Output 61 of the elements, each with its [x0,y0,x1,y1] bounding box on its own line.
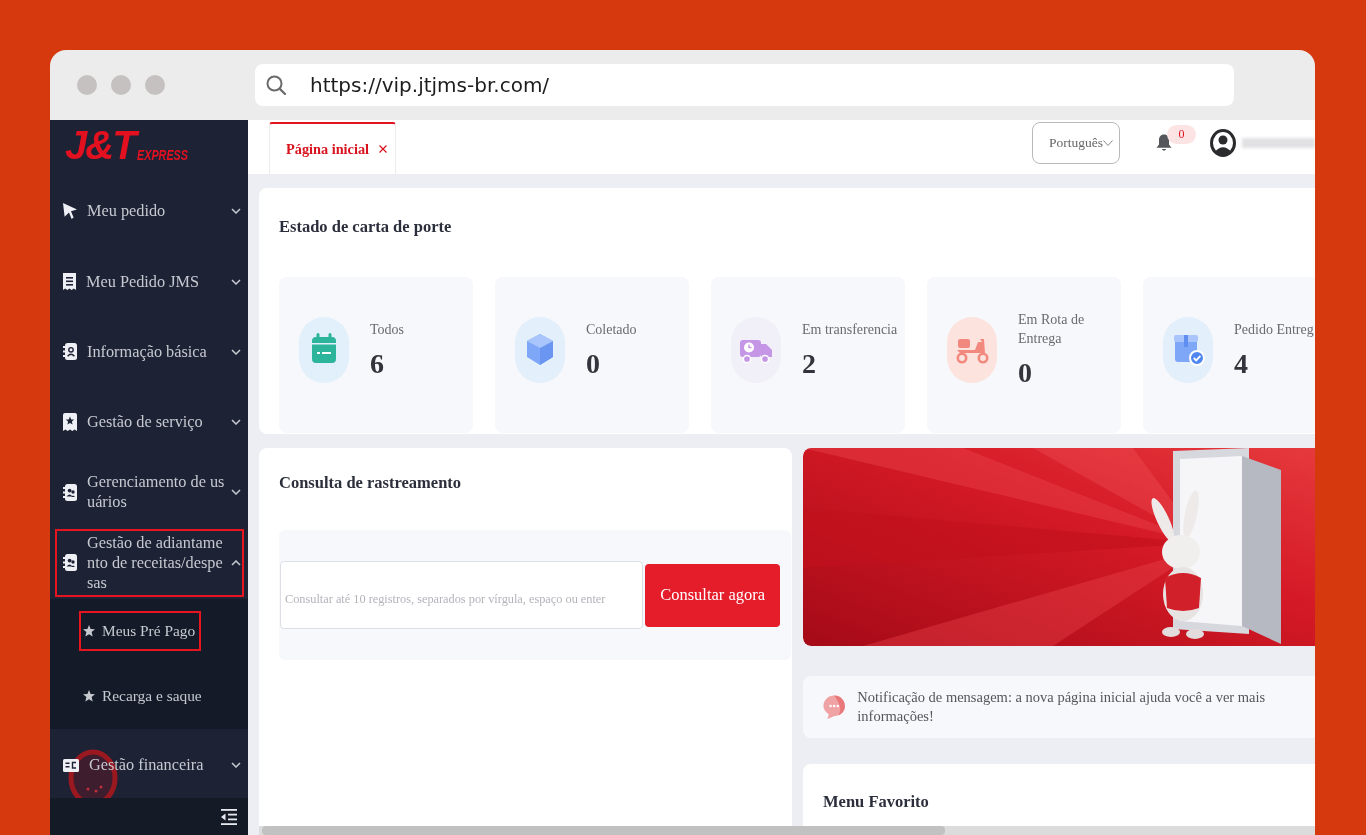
calendar-icon [299,317,349,383]
horizontal-scrollbar[interactable] [259,826,1315,835]
status-count: 4 [1234,346,1248,381]
card-title: Estado de carta de porte [279,217,452,237]
receipt-icon [63,273,76,290]
search-icon [266,75,286,95]
sidebar-item[interactable]: Meu Pedido JMS [55,247,244,316]
star-icon [83,625,95,638]
card-title: Consulta de rastreamento [279,473,462,493]
status-tile[interactable]: Coletado 0 [495,277,689,433]
status-count: 0 [1018,356,1032,390]
status-count: 2 [802,346,816,381]
brand-logo: J&TEXPRESS [65,124,189,165]
chat-bubble-icon [823,693,846,721]
status-tile[interactable]: Em Rota de Entrega 0 [927,277,1121,433]
status-label: Pedido Entreg [1234,320,1314,339]
cube-icon [515,317,565,383]
chevron-down-icon [1103,140,1113,146]
people-book-icon [63,483,77,501]
status-label: Coletado [586,320,637,339]
card-title: Menu Favorito [823,792,929,812]
status-count: 6 [370,346,384,381]
status-label: Em Rota de Entrega [1018,311,1086,348]
tracking-input[interactable]: Consultar até 10 registros, separados por vírgula, espaço ou enter [280,561,644,629]
window-control-icon[interactable] [145,75,165,95]
sidebar-item[interactable]: Gerenciamento de usuários [55,458,244,527]
status-tile[interactable]: Todos 6 [279,277,473,433]
star-badge-icon [63,413,77,431]
query-button[interactable]: Consultar agora [645,563,780,627]
address-bar[interactable]: https://vip.jtjms-br.com/ [255,64,1234,106]
sidebar-item[interactable]: Gestão de serviço [55,388,244,456]
menu-fold-icon[interactable] [221,808,237,825]
sidebar-item[interactable]: Gestão de adiantamento de receitas/despesas [55,528,244,597]
language-select[interactable]: Português [1032,122,1120,164]
card-icon [63,758,79,772]
window-control-icon[interactable] [111,75,131,95]
sidebar-item[interactable]: Meu pedido [55,177,244,246]
notification-badge: 0 [1167,125,1196,144]
people-book-icon [63,554,77,571]
submenu-item[interactable]: Meus Pré Pago [79,611,202,652]
notice-text: Notificação de mensagem: a nova página inicial ajuda você a ver mais informações! [857,688,1267,726]
sidebar-item[interactable]: Gestão financeira [55,731,244,798]
status-tile[interactable]: Em transferencia 2 [711,277,905,433]
truck-icon [731,317,781,383]
avatar-icon[interactable] [1210,129,1236,157]
scooter-icon [947,317,997,383]
contact-book-icon [63,343,77,361]
scrollbar-thumb[interactable] [262,826,945,835]
package-check-icon [1163,317,1213,383]
window-control-icon[interactable] [77,75,97,95]
star-icon [83,690,95,703]
close-icon[interactable] [379,145,387,153]
page-tab[interactable]: Página inicial [269,122,396,174]
status-label: Em transferencia [802,320,898,339]
bell-icon[interactable] [1156,134,1172,152]
cursor-icon [63,203,77,220]
status-label: Todos [370,320,405,339]
status-count: 0 [586,346,600,381]
status-tile[interactable]: Pedido Entreg 4 [1143,277,1315,433]
submenu-item[interactable]: Recarga e saque [79,676,208,717]
sidebar-item[interactable]: Informação básica [55,317,244,386]
